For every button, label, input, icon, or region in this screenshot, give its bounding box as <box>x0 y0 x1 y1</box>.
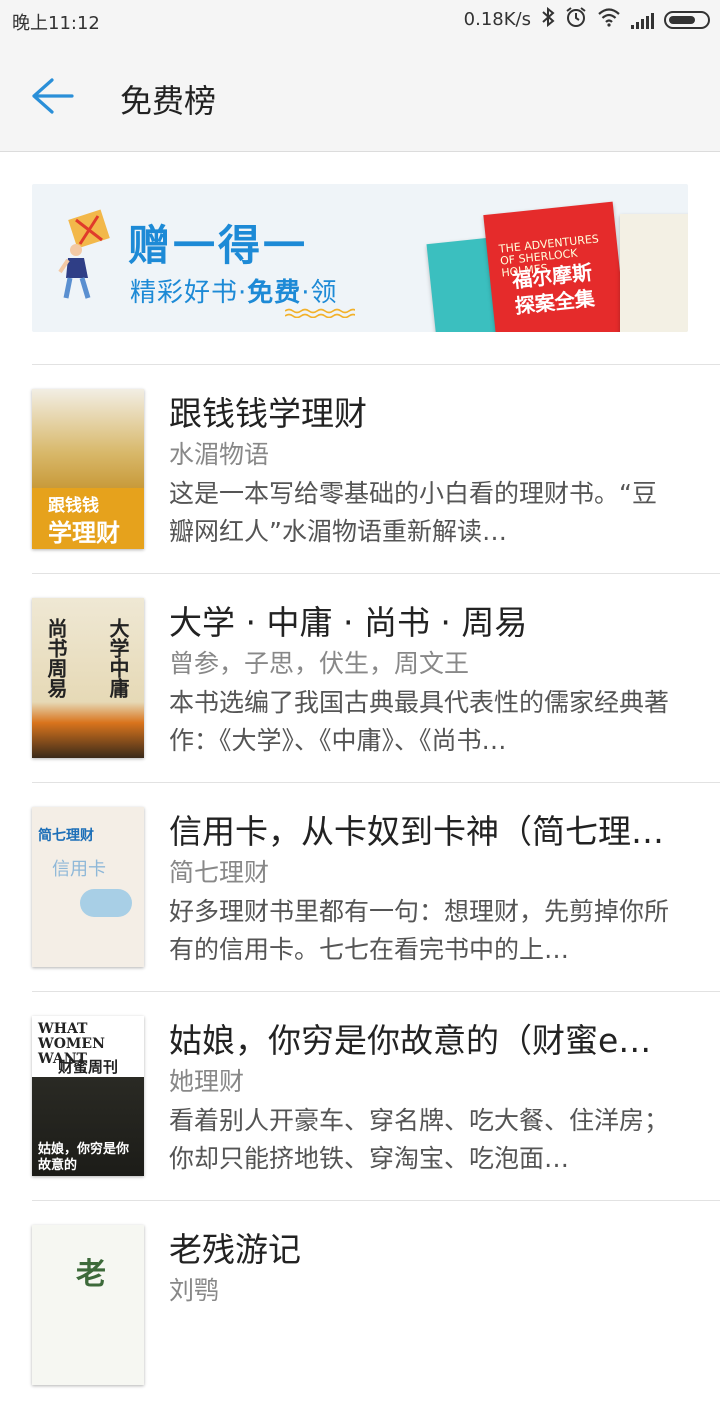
status-time: 晚上11:12 <box>12 13 100 34</box>
page-title: 免费榜 <box>120 82 217 120</box>
list-item[interactable]: WHAT WOMEN WANT 财蜜周刊 姑娘，你穷是你故意的 姑娘，你穷是你故… <box>0 992 720 1201</box>
book-author: 简七理财 <box>169 858 270 887</box>
book-cover: 跟钱钱 学理财 <box>32 389 144 549</box>
arrow-left-icon <box>32 78 74 114</box>
book-author: 水湄物语 <box>169 440 270 469</box>
back-button[interactable] <box>30 76 82 116</box>
wifi-icon <box>597 7 621 32</box>
banner-book-cover <box>620 214 688 332</box>
banner-book-cover-holmes: THE ADVENTURES OF SHERLOCK HOLMES 福尔摩斯 探… <box>483 201 627 332</box>
cover-decoration <box>80 889 132 917</box>
book-author: 刘鹗 <box>169 1276 220 1305</box>
alarm-icon <box>565 6 587 33</box>
signal-icon <box>631 11 654 29</box>
book-author: 曾参，子思，伏生，周文王 <box>169 649 470 678</box>
banner-subline-suffix: ·领 <box>301 278 338 308</box>
list-item[interactable]: 跟钱钱 学理财 跟钱钱学理财 水湄物语 这是一本写给零基础的小白看的理财书。“豆… <box>0 365 720 574</box>
book-cover: 简七理财 信用卡 <box>32 807 144 967</box>
banner-subline-prefix: 精彩好书· <box>130 278 248 308</box>
network-speed: 0.18K/s <box>463 9 531 30</box>
list-item[interactable]: 尚书周易 大学中庸 大学 · 中庸 · 尚书 · 周易 曾参，子思，伏生，周文王… <box>0 574 720 783</box>
book-cover: WHAT WOMEN WANT 财蜜周刊 姑娘，你穷是你故意的 <box>32 1016 144 1176</box>
cover-text: 学理财 <box>48 519 120 547</box>
cover-text: 姑娘，你穷是你故意的 <box>38 1142 130 1173</box>
battery-icon <box>664 10 710 29</box>
cover-text: 老 <box>76 1257 106 1292</box>
bluetooth-icon <box>541 6 555 32</box>
book-title: 姑娘，你穷是你故意的（财蜜e… <box>169 1021 652 1060</box>
book-description: 这是一本写给零基础的小白看的理财书。“豆瓣网红人”水湄物语重新解读… <box>169 479 657 546</box>
list-item[interactable]: 老 老残游记 刘鹗 <box>0 1201 720 1410</box>
cover-text: 简七理财 <box>38 828 94 844</box>
banner-subline-highlight: 免费 <box>247 278 302 308</box>
book-author: 她理财 <box>169 1067 245 1096</box>
book-cover: 尚书周易 大学中庸 <box>32 598 144 758</box>
book-title: 老残游记 <box>169 1230 301 1269</box>
cover-text: 尚书周易 <box>44 618 68 698</box>
book-title: 大学 · 中庸 · 尚书 · 周易 <box>169 603 528 642</box>
delivery-person-icon <box>58 209 110 299</box>
list-item[interactable]: 简七理财 信用卡 信用卡，从卡奴到卡神（简七理… 简七理财 好多理财书里都有一句… <box>0 783 720 992</box>
wave-decoration <box>285 308 355 318</box>
cover-text: 财蜜周刊 <box>58 1058 119 1076</box>
book-description: 看着别人开豪车、穿名牌、吃大餐、住洋房；你却只能挤地铁、穿淘宝、吃泡面… <box>169 1106 670 1173</box>
promo-banner[interactable]: 赠一得一 精彩好书·免费·领 THE ADVENTURES OF SHERLOC… <box>32 184 688 332</box>
book-description: 本书选编了我国古典最具代表性的儒家经典著作：《大学》、《中庸》、《尚书… <box>169 688 670 755</box>
status-bar: 晚上11:12 0.18K/s <box>0 0 720 40</box>
cover-text: 信用卡 <box>52 859 106 880</box>
book-title: 信用卡，从卡奴到卡神（简七理… <box>169 812 664 851</box>
status-icons: 0.18K/s <box>464 6 710 33</box>
book-title: 跟钱钱学理财 <box>169 394 367 433</box>
app-header: 免费榜 <box>0 40 720 152</box>
banner-subline: 精彩好书·免费·领 <box>130 272 338 309</box>
banner-headline: 赠一得一 <box>128 221 309 270</box>
book-cover: 老 <box>32 1225 144 1385</box>
cover-text: 大学中庸 <box>106 618 130 698</box>
book-description: 好多理财书里都有一句：想理财，先剪掉你所有的信用卡。七七在看完书中的上… <box>169 897 670 964</box>
